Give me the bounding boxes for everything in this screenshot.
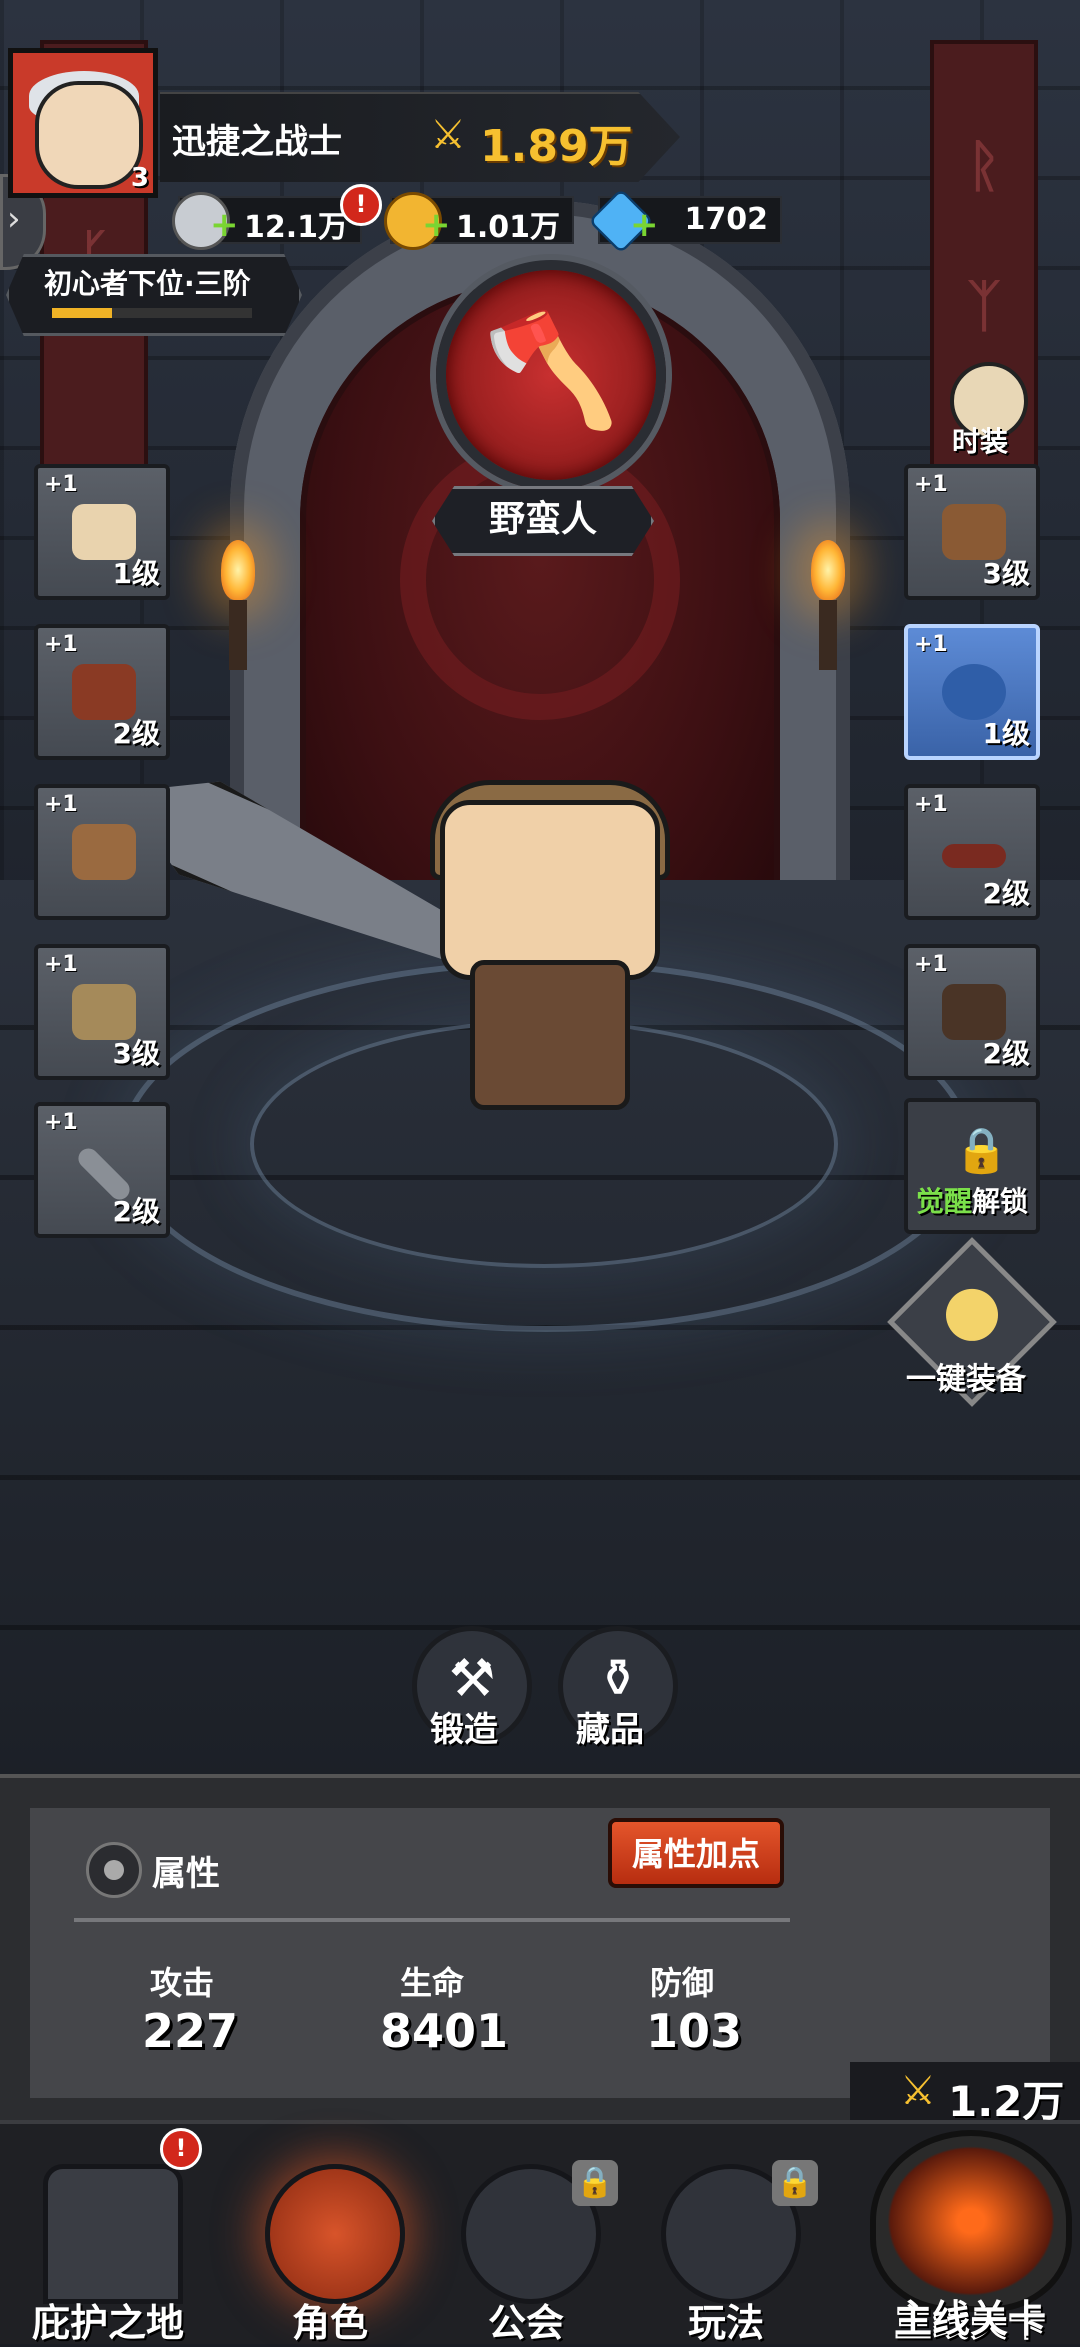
slot-level: 3级 — [112, 1037, 160, 1070]
silver-value: 12.1万 — [243, 210, 348, 245]
attributes-divider — [74, 1918, 790, 1922]
gear-slot-gauntlet[interactable]: +1 3级 — [904, 464, 1040, 600]
diamond-resource[interactable]: + 1702 — [588, 188, 782, 254]
crossed-swords-icon: ⚔ — [430, 112, 466, 158]
defense-label: 防御 — [650, 1964, 715, 2002]
slot-plus: +1 — [44, 792, 78, 817]
add-gold-icon[interactable]: + — [422, 208, 451, 242]
class-emblem[interactable]: 🪓 — [436, 260, 666, 490]
character-shield-icon — [265, 2164, 405, 2304]
slot-plus: +1 — [914, 472, 948, 497]
rank-progress-fill — [52, 308, 112, 318]
rank-progress-bar — [52, 308, 252, 318]
avatar-face — [35, 81, 143, 189]
gear-slot-bracer[interactable]: +1 — [34, 784, 170, 920]
player-name: 迅捷之战士 — [172, 122, 342, 162]
belt-icon — [942, 844, 1006, 868]
nav-play-label: 玩法 — [687, 2301, 764, 2345]
chevron-right-icon: › — [7, 199, 21, 239]
lock-icon: 🔒 — [772, 2160, 818, 2206]
gear-slot-boots[interactable]: +1 2级 — [904, 944, 1040, 1080]
hero-character[interactable] — [400, 760, 680, 1120]
gear-slot-belt[interactable]: +1 2级 — [904, 784, 1040, 920]
attack-label: 攻击 — [150, 1964, 215, 2002]
slot-level: 3级 — [982, 557, 1030, 590]
lock-icon: 🔒 — [954, 1125, 1009, 1176]
slot-level: 2级 — [112, 1195, 160, 1228]
silver-resource[interactable]: + 12.1万 — [172, 192, 362, 250]
slot-plus: +1 — [914, 792, 948, 817]
slot-plus: +1 — [44, 952, 78, 977]
vase-icon: ⚱ — [596, 1649, 640, 1709]
nav-character[interactable]: 角色 — [240, 2124, 420, 2345]
player-avatar[interactable]: 3 — [8, 48, 158, 198]
gear-slot-accessory[interactable]: +1 1级 — [904, 624, 1040, 760]
slot-level: 1级 — [982, 717, 1030, 750]
right-torch-icon — [808, 540, 848, 670]
player-power: 1.89万 — [480, 121, 633, 172]
forge-label[interactable]: 锻造 — [430, 1702, 498, 1751]
slot-level: 2级 — [112, 717, 160, 750]
gold-resource[interactable]: + 1.01万 — [384, 192, 574, 250]
hero-body — [470, 960, 630, 1110]
defense-value: 103 — [646, 2004, 743, 2058]
player-level: 3 — [130, 163, 149, 193]
gear-slot-helmet[interactable]: +1 1级 — [34, 464, 170, 600]
unlock-label: 解锁 — [972, 1185, 1029, 1218]
attribute-points-button[interactable]: 属性加点 — [608, 1818, 784, 1888]
costume-label[interactable]: 时装 — [952, 420, 1008, 460]
eye-icon — [86, 1842, 142, 1898]
demon-face-icon[interactable] — [870, 2130, 1072, 2312]
sanctuary-alert-badge: ! — [160, 2128, 202, 2170]
slot-level: 2级 — [982, 1037, 1030, 1070]
silver-alert-badge: ! — [340, 184, 382, 226]
gear-slot-armor[interactable]: +1 3级 — [34, 944, 170, 1080]
axe-icon: 🪓 — [482, 306, 620, 434]
equip-all-icon — [946, 1288, 998, 1341]
anvil-icon: ⚒ — [448, 1649, 496, 1709]
hero-head — [440, 800, 660, 980]
hp-value: 8401 — [380, 2004, 509, 2058]
stage-power-badge: ⚔ 1.2万 — [850, 2062, 1080, 2126]
slot-plus: +1 — [914, 952, 948, 977]
nav-sanctuary[interactable]: ! 庇护之地 — [0, 2124, 216, 2345]
nav-guild-label: 公会 — [487, 2301, 564, 2345]
collection-label[interactable]: 藏品 — [576, 1702, 644, 1751]
gear-slot-weapon[interactable]: +1 2级 — [34, 1102, 170, 1238]
crossed-swords-icon: ⚔ — [900, 2068, 936, 2114]
slot-level: 2级 — [982, 877, 1030, 910]
slot-level: 1级 — [112, 557, 160, 590]
gear-slot-shoulder[interactable]: +1 2级 — [34, 624, 170, 760]
nav-character-label: 角色 — [291, 2301, 368, 2345]
nav-guild[interactable]: 🔒 公会 — [436, 2124, 618, 2345]
attributes-title: 属性 — [152, 1854, 220, 1894]
hp-label: 生命 — [400, 1964, 465, 2002]
awaken-label: 觉醒 — [916, 1185, 973, 1218]
bracer-icon — [72, 824, 136, 880]
gold-value: 1.01万 — [455, 210, 560, 245]
slot-plus: +1 — [44, 632, 78, 657]
diamond-value: 1702 — [684, 202, 769, 237]
left-torch-icon — [218, 540, 258, 670]
class-name: 野蛮人 — [432, 486, 654, 556]
rank-title: 初心者下位·三阶 — [44, 267, 251, 300]
add-silver-icon[interactable]: + — [210, 208, 239, 242]
main-stage-label[interactable]: 主线关卡 — [860, 2288, 1080, 2343]
nav-sanctuary-label: 庇护之地 — [31, 2301, 184, 2345]
lock-icon: 🔒 — [572, 2160, 618, 2206]
slot-plus: +1 — [44, 472, 78, 497]
attack-value: 227 — [142, 2004, 239, 2058]
awaken-locked-slot[interactable]: 🔒 觉醒 解锁 — [904, 1098, 1040, 1234]
equip-all-label[interactable]: 一键装备 — [906, 1354, 1026, 1398]
nav-play[interactable]: 🔒 玩法 — [636, 2124, 818, 2345]
slot-plus: +1 — [914, 632, 948, 657]
add-diamond-icon[interactable]: + — [630, 208, 659, 242]
castle-icon — [43, 2164, 183, 2304]
slot-plus: +1 — [44, 1110, 78, 1135]
